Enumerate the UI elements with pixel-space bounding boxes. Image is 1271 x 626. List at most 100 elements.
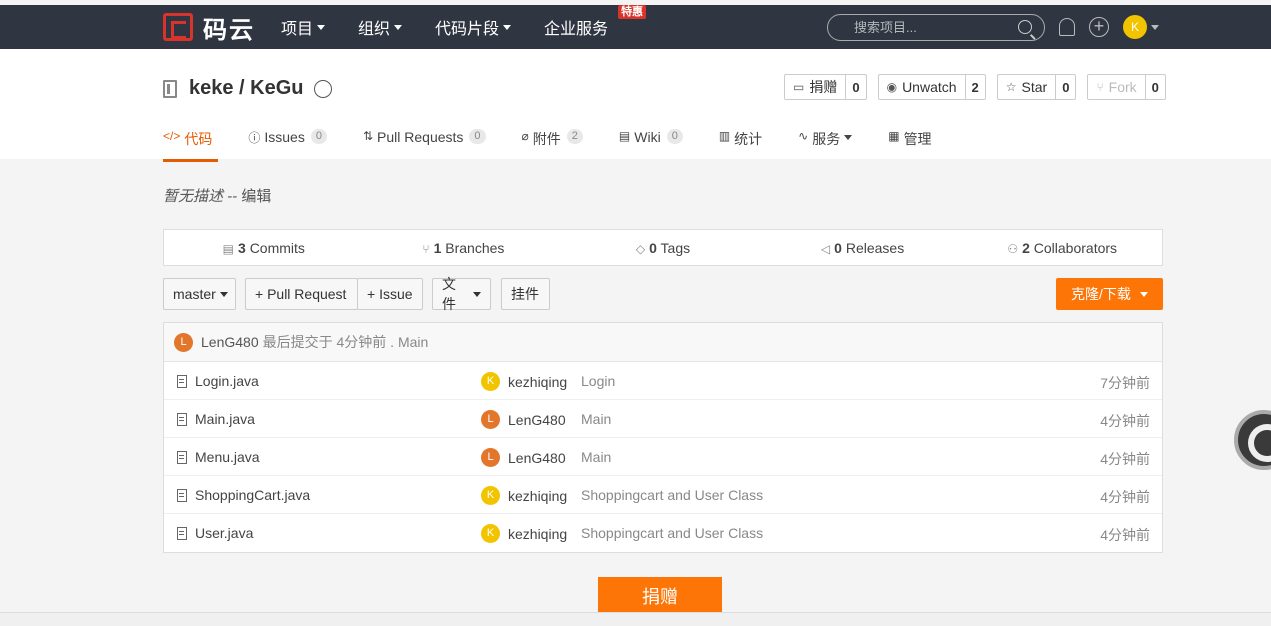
tab-count: 0 [666,129,683,144]
chevron-down-icon [1139,291,1148,297]
table-row: Menu.java L LenG480 Main 4分钟前 [164,438,1162,476]
file-link[interactable]: ShoppingCart.java [177,487,310,503]
fork-action[interactable]: ⑂ Fork 0 [1087,74,1166,100]
tab-count: 2 [566,129,583,144]
commit-time: 4分钟前 [1100,413,1150,429]
widget-button[interactable]: 挂件 [501,278,550,310]
table-row: Login.java Kkezhiqing Login 7分钟前 [164,362,1162,400]
create-plus-icon[interactable]: + [1089,17,1109,37]
release-icon: ◁ [820,241,831,256]
file-icon [177,450,187,464]
watch-count[interactable]: 2 [966,75,985,99]
commit-message-link[interactable]: Main [581,411,611,427]
chevron-down-icon [394,24,403,30]
donate-icon: ▭ [793,80,805,94]
issue-icon: ⓘ [248,131,261,145]
stat-branches[interactable]: ⑂ 1 Branches [364,240,564,256]
tab-wiki[interactable]: ▤ Wiki 0 [619,129,683,161]
table-row: Main.java L LenG480 Main 4分钟前 [164,400,1162,438]
branch-icon: ⑂ [422,241,430,256]
eye-icon: ◉ [886,80,898,94]
chevron-down-icon [219,291,228,297]
commit-message-link[interactable]: Shoppingcart and User Class [581,525,763,541]
service-icon: ∿ [798,129,809,143]
nav-item-enterprise[interactable]: 企业服务 特惠 [544,5,647,39]
user-avatar[interactable]: K [1123,15,1147,39]
nav-item-organizations[interactable]: 组织 [358,15,403,39]
stats-icon: ▥ [718,129,731,143]
clone-download-button[interactable]: 克隆/下载 [1056,278,1163,310]
stat-tags[interactable]: ◇ 0 Tags [563,240,763,256]
fork-icon: ⑂ [1096,80,1104,94]
search-icon[interactable] [1018,20,1032,34]
tab-service[interactable]: ∿ 服务 [798,129,853,161]
nav-item-projects[interactable]: 项目 [281,15,326,39]
tag-icon: ◇ [635,241,646,256]
notification-bell-icon[interactable] [1059,18,1075,36]
tab-issues[interactable]: ⓘ Issues 0 [248,129,327,161]
tab-count: 0 [469,129,486,144]
search-input[interactable] [854,20,1004,35]
file-icon [177,374,187,388]
collaborators-icon: ⚇ [1007,241,1019,256]
tab-pull-requests[interactable]: ⇅ Pull Requests 0 [363,129,486,161]
chevron-down-icon [844,135,853,140]
avatar: K [481,524,500,543]
file-committer[interactable]: Kkezhiqing [481,524,567,543]
stat-collaborators[interactable]: ⚇ 2 Collaborators [962,240,1162,256]
certification-badge-icon[interactable] [313,79,332,98]
edit-description-link[interactable]: 编辑 [241,188,271,205]
file-committer[interactable]: Kkezhiqing [481,486,567,505]
stat-releases[interactable]: ◁ 0 Releases [763,240,963,256]
star-action[interactable]: ☆ Star 0 [996,74,1077,100]
avatar: K [481,372,500,391]
commit-time: 4分钟前 [1100,489,1150,505]
file-committer[interactable]: L LenG480 [481,448,566,467]
commit-author-link[interactable]: LenG480 [201,334,259,350]
fork-count[interactable]: 0 [1146,75,1165,99]
donate-button[interactable]: 捐赠 [598,577,722,615]
file-link[interactable]: Menu.java [177,449,260,465]
code-icon: </> [163,129,181,143]
file-link[interactable]: User.java [177,525,253,541]
branch-select[interactable]: master [163,278,236,310]
new-pull-request-button[interactable]: + Pull Request [245,278,358,310]
tab-count: 0 [310,129,327,144]
file-link[interactable]: Login.java [177,373,259,389]
commit-message-link[interactable]: Shoppingcart and User Class [581,487,763,503]
avatar[interactable]: L [174,332,193,352]
commits-icon: ▤ [222,241,234,256]
file-link[interactable]: Main.java [177,411,255,427]
tab-manage[interactable]: ▦ 管理 [888,129,931,161]
new-issue-button[interactable]: + Issue [357,278,423,310]
file-committer[interactable]: Kkezhiqing [481,372,567,391]
star-count[interactable]: 0 [1056,75,1075,99]
file-committer[interactable]: L LenG480 [481,410,566,429]
tab-code[interactable]: </> 代码 [163,129,219,162]
donate-count[interactable]: 0 [846,75,865,99]
chevron-down-icon[interactable] [1151,24,1159,30]
avatar: K [481,486,500,505]
commit-time: 7分钟前 [1100,375,1150,391]
nav-icons: + K [1059,5,1159,49]
chevron-down-icon [473,291,481,297]
logo[interactable]: 码云 [163,5,255,49]
tab-attachments[interactable]: ⌀ 附件 2 [522,129,583,161]
avatar: L [481,410,500,429]
repo-title-link[interactable]: keke / KeGu [189,77,304,100]
file-menu-button[interactable]: 文件 [432,276,491,312]
repo-header: keke / KeGu ▭ 捐赠 0 ◉ Unwatch 2 ☆ Star 0 ⑂ Fo… [0,49,1271,162]
commit-message-link[interactable]: Main [581,449,611,465]
pull-request-icon: ⇅ [362,129,374,143]
gitee-logo-icon [163,13,193,41]
tab-stats[interactable]: ▥ 统计 [719,129,762,161]
donate-action[interactable]: ▭ 捐赠 0 [784,74,867,100]
file-icon [177,526,187,540]
watch-action[interactable]: ◉ Unwatch 2 [877,74,986,100]
nav-item-snippets[interactable]: 代码片段 [435,15,512,39]
floating-assistant-icon[interactable] [1234,410,1271,470]
commit-message-link[interactable]: Login [581,373,615,389]
repo-stats-bar: ▤ 3 Commits ⑂ 1 Branches ◇ 0 Tags ◁ 0 Releas… [163,229,1163,266]
stat-commits[interactable]: ▤ 3 Commits [164,240,364,256]
code-toolbar: master + Pull Request + Issue 文件 挂件 克隆/下… [163,276,1163,312]
